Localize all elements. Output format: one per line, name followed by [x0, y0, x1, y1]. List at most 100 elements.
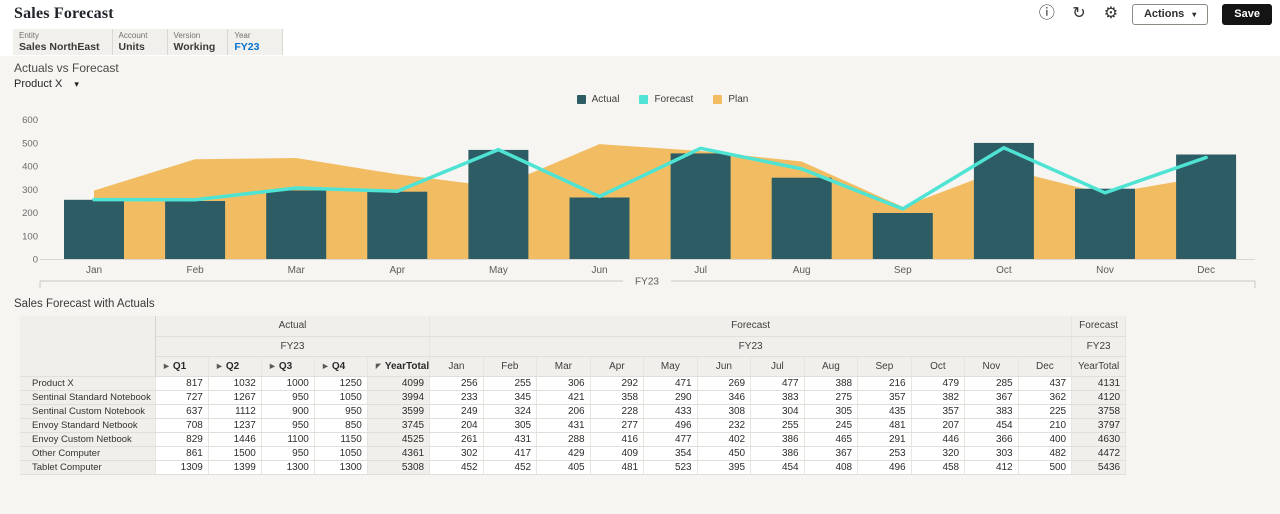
actual-cell[interactable]: 950 — [314, 404, 368, 419]
forecast-cell[interactable]: 357 — [911, 404, 966, 419]
forecast-cell[interactable]: 216 — [857, 376, 912, 391]
forecast-cell[interactable]: 285 — [964, 376, 1019, 391]
column-header-q4[interactable]: ▶ Q4 — [314, 356, 368, 377]
actual-cell[interactable]: 1399 — [208, 460, 262, 475]
forecast-cell[interactable]: 210 — [1018, 418, 1073, 433]
legend-item-forecast[interactable]: Forecast — [639, 94, 693, 105]
forecast-cell[interactable]: 261 — [429, 432, 484, 447]
column-header-q3[interactable]: ▶ Q3 — [261, 356, 315, 377]
forecast-cell[interactable]: 320 — [911, 446, 966, 461]
pov-year[interactable]: Year FY23 — [228, 29, 284, 55]
forecast-cell[interactable]: 388 — [804, 376, 859, 391]
forecast-cell[interactable]: 452 — [483, 460, 538, 475]
forecast-cell[interactable]: 450 — [697, 446, 752, 461]
forecast-cell[interactable]: 207 — [911, 418, 966, 433]
forecast-cell[interactable]: 305 — [804, 404, 859, 419]
forecast-cell[interactable]: 386 — [750, 432, 805, 447]
actual-cell[interactable]: 861 — [155, 446, 209, 461]
pov-account[interactable]: Account Units — [113, 29, 168, 55]
forecast-cell[interactable]: 471 — [643, 376, 698, 391]
actual-cell[interactable]: 637 — [155, 404, 209, 419]
forecast-cell[interactable]: 253 — [857, 446, 912, 461]
forecast-cell[interactable]: 249 — [429, 404, 484, 419]
actual-cell[interactable]: 1237 — [208, 418, 262, 433]
forecast-cell[interactable]: 458 — [911, 460, 966, 475]
forecast-cell[interactable]: 431 — [536, 418, 591, 433]
forecast-cell[interactable]: 291 — [857, 432, 912, 447]
forecast-cell[interactable]: 400 — [1018, 432, 1073, 447]
forecast-cell[interactable]: 437 — [1018, 376, 1073, 391]
pov-version[interactable]: Version Working — [168, 29, 229, 55]
forecast-cell[interactable]: 446 — [911, 432, 966, 447]
forecast-cell[interactable]: 395 — [697, 460, 752, 475]
forecast-cell[interactable]: 454 — [964, 418, 1019, 433]
forecast-cell[interactable]: 479 — [911, 376, 966, 391]
forecast-cell[interactable]: 496 — [643, 418, 698, 433]
forecast-cell[interactable]: 409 — [590, 446, 645, 461]
forecast-cell[interactable]: 232 — [697, 418, 752, 433]
actions-button[interactable]: Actions ▾ — [1131, 3, 1209, 25]
forecast-cell[interactable]: 324 — [483, 404, 538, 419]
settings-gear-icon[interactable]: ⚙ — [1100, 3, 1122, 25]
actual-cell[interactable]: 1150 — [314, 432, 368, 447]
forecast-cell[interactable]: 452 — [429, 460, 484, 475]
forecast-cell[interactable]: 305 — [483, 418, 538, 433]
legend-item-plan[interactable]: Plan — [713, 94, 748, 105]
actual-cell[interactable]: 817 — [155, 376, 209, 391]
actual-cell[interactable]: 1032 — [208, 376, 262, 391]
forecast-cell[interactable]: 302 — [429, 446, 484, 461]
forecast-cell[interactable]: 402 — [697, 432, 752, 447]
forecast-cell[interactable]: 362 — [1018, 390, 1073, 405]
actual-cell[interactable]: 708 — [155, 418, 209, 433]
forecast-cell[interactable]: 477 — [643, 432, 698, 447]
actual-cell[interactable]: 829 — [155, 432, 209, 447]
actual-cell[interactable]: 850 — [314, 418, 368, 433]
forecast-cell[interactable]: 275 — [804, 390, 859, 405]
actual-cell[interactable]: 1100 — [261, 432, 315, 447]
actual-cell[interactable]: 1500 — [208, 446, 262, 461]
forecast-cell[interactable]: 303 — [964, 446, 1019, 461]
save-button[interactable]: Save — [1222, 3, 1272, 25]
forecast-cell[interactable]: 465 — [804, 432, 859, 447]
forecast-cell[interactable]: 292 — [590, 376, 645, 391]
forecast-cell[interactable]: 256 — [429, 376, 484, 391]
actual-cell[interactable]: 1250 — [314, 376, 368, 391]
forecast-cell[interactable]: 367 — [964, 390, 1019, 405]
forecast-cell[interactable]: 481 — [590, 460, 645, 475]
column-header-q1[interactable]: ▶ Q1 — [155, 356, 209, 377]
legend-item-actual[interactable]: Actual — [576, 94, 619, 105]
actual-cell[interactable]: 1300 — [261, 460, 315, 475]
forecast-cell[interactable]: 206 — [536, 404, 591, 419]
actual-cell[interactable]: 1050 — [314, 390, 368, 405]
actual-cell[interactable]: 950 — [261, 446, 315, 461]
forecast-cell[interactable]: 429 — [536, 446, 591, 461]
forecast-cell[interactable]: 255 — [750, 418, 805, 433]
forecast-cell[interactable]: 496 — [857, 460, 912, 475]
forecast-cell[interactable]: 346 — [697, 390, 752, 405]
actual-cell[interactable]: 1050 — [314, 446, 368, 461]
forecast-cell[interactable]: 500 — [1018, 460, 1073, 475]
forecast-cell[interactable]: 358 — [590, 390, 645, 405]
actual-cell[interactable]: 1300 — [314, 460, 368, 475]
forecast-cell[interactable]: 277 — [590, 418, 645, 433]
actual-cell[interactable]: 1446 — [208, 432, 262, 447]
forecast-cell[interactable]: 245 — [804, 418, 859, 433]
actual-cell[interactable]: 727 — [155, 390, 209, 405]
forecast-cell[interactable]: 383 — [964, 404, 1019, 419]
actual-cell[interactable]: 1267 — [208, 390, 262, 405]
forecast-cell[interactable]: 204 — [429, 418, 484, 433]
actual-cell[interactable]: 1309 — [155, 460, 209, 475]
forecast-cell[interactable]: 386 — [750, 446, 805, 461]
forecast-cell[interactable]: 435 — [857, 404, 912, 419]
forecast-cell[interactable]: 306 — [536, 376, 591, 391]
forecast-cell[interactable]: 383 — [750, 390, 805, 405]
forecast-cell[interactable]: 288 — [536, 432, 591, 447]
forecast-cell[interactable]: 405 — [536, 460, 591, 475]
forecast-cell[interactable]: 523 — [643, 460, 698, 475]
forecast-cell[interactable]: 412 — [964, 460, 1019, 475]
forecast-cell[interactable]: 433 — [643, 404, 698, 419]
column-header-yeartotal-actual[interactable]: ◤ YearTotal — [367, 356, 431, 377]
forecast-cell[interactable]: 367 — [804, 446, 859, 461]
forecast-cell[interactable]: 477 — [750, 376, 805, 391]
forecast-cell[interactable]: 345 — [483, 390, 538, 405]
